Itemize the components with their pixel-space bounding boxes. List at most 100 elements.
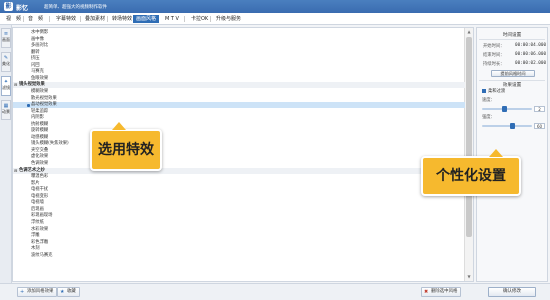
callout-pointer [112,122,126,130]
callout-select-effect: 选用特效 [90,122,162,171]
effect-item[interactable]: 夹空交叠 [13,148,465,154]
confirm-area: 确认修改 [476,283,550,300]
effect-item[interactable]: 彩色浮雕 [13,240,465,246]
divider [479,39,545,40]
effect-item[interactable]: 挤压 [13,56,465,62]
set-style-time-button[interactable]: 提前风格时间 [491,70,535,77]
effect-item[interactable]: 电视墙 [13,200,465,206]
app-slogan: 超简单、超强大的视频制作软件 [44,5,107,10]
effect-item[interactable]: 浮雕 [13,233,465,239]
scrollbar[interactable]: ▲ ▼ [464,28,473,281]
effect-label: 电视墙 [31,200,44,206]
speed-slider[interactable] [482,106,532,112]
effect-item[interactable]: 鱼眼效果 [13,76,465,82]
effect-label: 旋转模糊 [31,128,49,134]
menu-upgrade[interactable]: 升级与服务 [213,15,244,23]
effect-item[interactable]: 抗射模糊 [13,122,465,128]
menu-mtv[interactable]: M T V [162,15,182,23]
effect-group[interactable]: ⊟ 色调艺术之妙 [13,167,465,174]
properties-panel: 时间设置 开始时间： 00:00:04.000 结束时间： 00:00:06.0… [476,27,548,282]
speed-input[interactable]: 2 [534,106,545,112]
duration-label: 持续时长： [483,62,505,67]
effect-label: 多画对比 [31,43,49,49]
effect-item[interactable]: 动感模糊 [13,135,465,141]
delete-style-button[interactable]: ✖ 删除选中风格 [421,287,462,297]
sidebar-tab-motion[interactable]: ▦ 动景 [1,100,11,120]
menu-subtitle-effects[interactable]: 字幕特效 [53,15,79,23]
sidebar-tab-beautify[interactable]: ✎ 美化 [1,52,11,72]
effect-item[interactable]: 浮纹纸 [13,220,465,226]
effect-item[interactable]: 电视干扰 [13,187,465,193]
intensity-label: 强度： [482,115,495,120]
effect-item[interactable]: 电视变形 [13,194,465,200]
intensity-input[interactable]: 60 [534,123,545,129]
intensity-slider[interactable] [482,123,532,129]
start-time-label: 开始时间： [483,44,505,49]
scrollbar-thumb[interactable] [466,37,472,237]
effect-item[interactable]: 虚化效果 [13,154,465,160]
duration-value[interactable]: 00:00:02.000 [515,61,546,66]
effect-item[interactable]: 晶动视觉效果 [13,102,465,109]
effect-label: 波纹马赛克 [31,252,53,258]
collapse-icon[interactable]: ⊟ [14,168,17,174]
effect-item[interactable]: 散光视觉效果 [13,96,465,102]
menu-bar: 视 频 音 频 字幕特效 叠加素材 转场特效 画面风格 M T V 卡拉OK 升… [0,13,550,25]
effect-item[interactable]: 木刻 [13,246,465,252]
confirm-modify-button[interactable]: 确认修改 [488,287,536,297]
title-bar: 影 影忆 超简单、超强大的视频制作软件 [0,0,550,13]
intensity-slider-handle[interactable] [510,123,515,129]
effect-group[interactable]: ⊟ 镜头视觉效果 [13,82,465,89]
sidebar-tab-filter[interactable]: ✦ 滤镜 [1,76,11,96]
effect-label: 镜头模糊(失焦效果) [31,141,69,147]
effect-label: 翻转 [31,49,40,55]
menu-overlay[interactable]: 叠加素材 [82,15,108,23]
effect-item[interactable]: 波纹马赛克 [13,253,465,259]
speed-slider-handle[interactable] [502,106,507,112]
effect-label: 后现画 [31,206,44,212]
effect-item[interactable]: 彩现画现场 [13,213,465,219]
star-icon: ★ [60,289,65,295]
menu-audio-2[interactable]: 频 [35,15,46,23]
effect-item[interactable]: 轻柔追踪 [13,109,465,115]
divider [479,80,545,81]
start-time-value[interactable]: 00:00:04.000 [515,43,546,48]
menu-transitions[interactable]: 转场特效 [109,15,135,23]
effect-label: 轻柔追踪 [31,108,49,114]
effect-label: 影片 [31,180,40,186]
menu-picture-style[interactable]: 画面风格 [133,15,160,23]
sidebar-tab-picture[interactable]: ≡ 画面 [1,28,11,48]
favorite-button[interactable]: ★ 收藏 [57,287,80,297]
menu-separator [210,16,211,22]
effect-item[interactable]: 水彩效果 [13,227,465,233]
effect-item[interactable]: 水中倒影 [13,30,465,36]
effect-item[interactable]: 闪回 [13,63,465,69]
menu-separator [107,16,108,22]
bottom-toolbar: + 添加风格效果 ★ 收藏 ✖ 删除选中风格 [0,283,476,300]
effect-item[interactable]: 影片 [13,181,465,187]
effect-item[interactable]: 马赛克 [13,69,465,75]
menu-karaoke[interactable]: 卡拉OK [188,15,211,23]
callout-personalize: 个性化设置 [421,149,521,196]
effect-item[interactable]: 镜头模糊(失焦效果) [13,141,465,147]
effect-item[interactable]: 模糊效果 [13,89,465,95]
app-logo-icon: 影 [4,2,13,11]
end-time-label: 结束时间： [483,53,505,58]
effect-item[interactable]: 多画对比 [13,43,465,49]
effect-label: 电视干扰 [31,187,49,193]
collapse-icon[interactable]: ⊟ [14,82,17,88]
scroll-up-icon[interactable]: ▲ [466,29,472,35]
effect-item[interactable]: 色调效果 [13,161,465,167]
scroll-down-icon[interactable]: ▼ [466,274,472,280]
effect-item[interactable]: 翻转 [13,50,465,56]
smooth-transition-checkbox[interactable] [482,89,486,93]
effect-item[interactable]: 后现画 [13,207,465,213]
effect-item[interactable]: 画中像 [13,37,465,43]
effect-item[interactable]: 曝温色彩 [13,174,465,180]
app-name: 影忆 [16,5,29,12]
add-style-button[interactable]: + 添加风格效果 [17,287,58,297]
effect-item[interactable]: 内阴影 [13,115,465,121]
effect-label: 水中倒影 [31,30,49,35]
effect-item[interactable]: 旋转模糊 [13,128,465,134]
end-time-value[interactable]: 00:00:06.000 [515,52,546,57]
effect-label: 彩现画现场 [31,213,53,219]
